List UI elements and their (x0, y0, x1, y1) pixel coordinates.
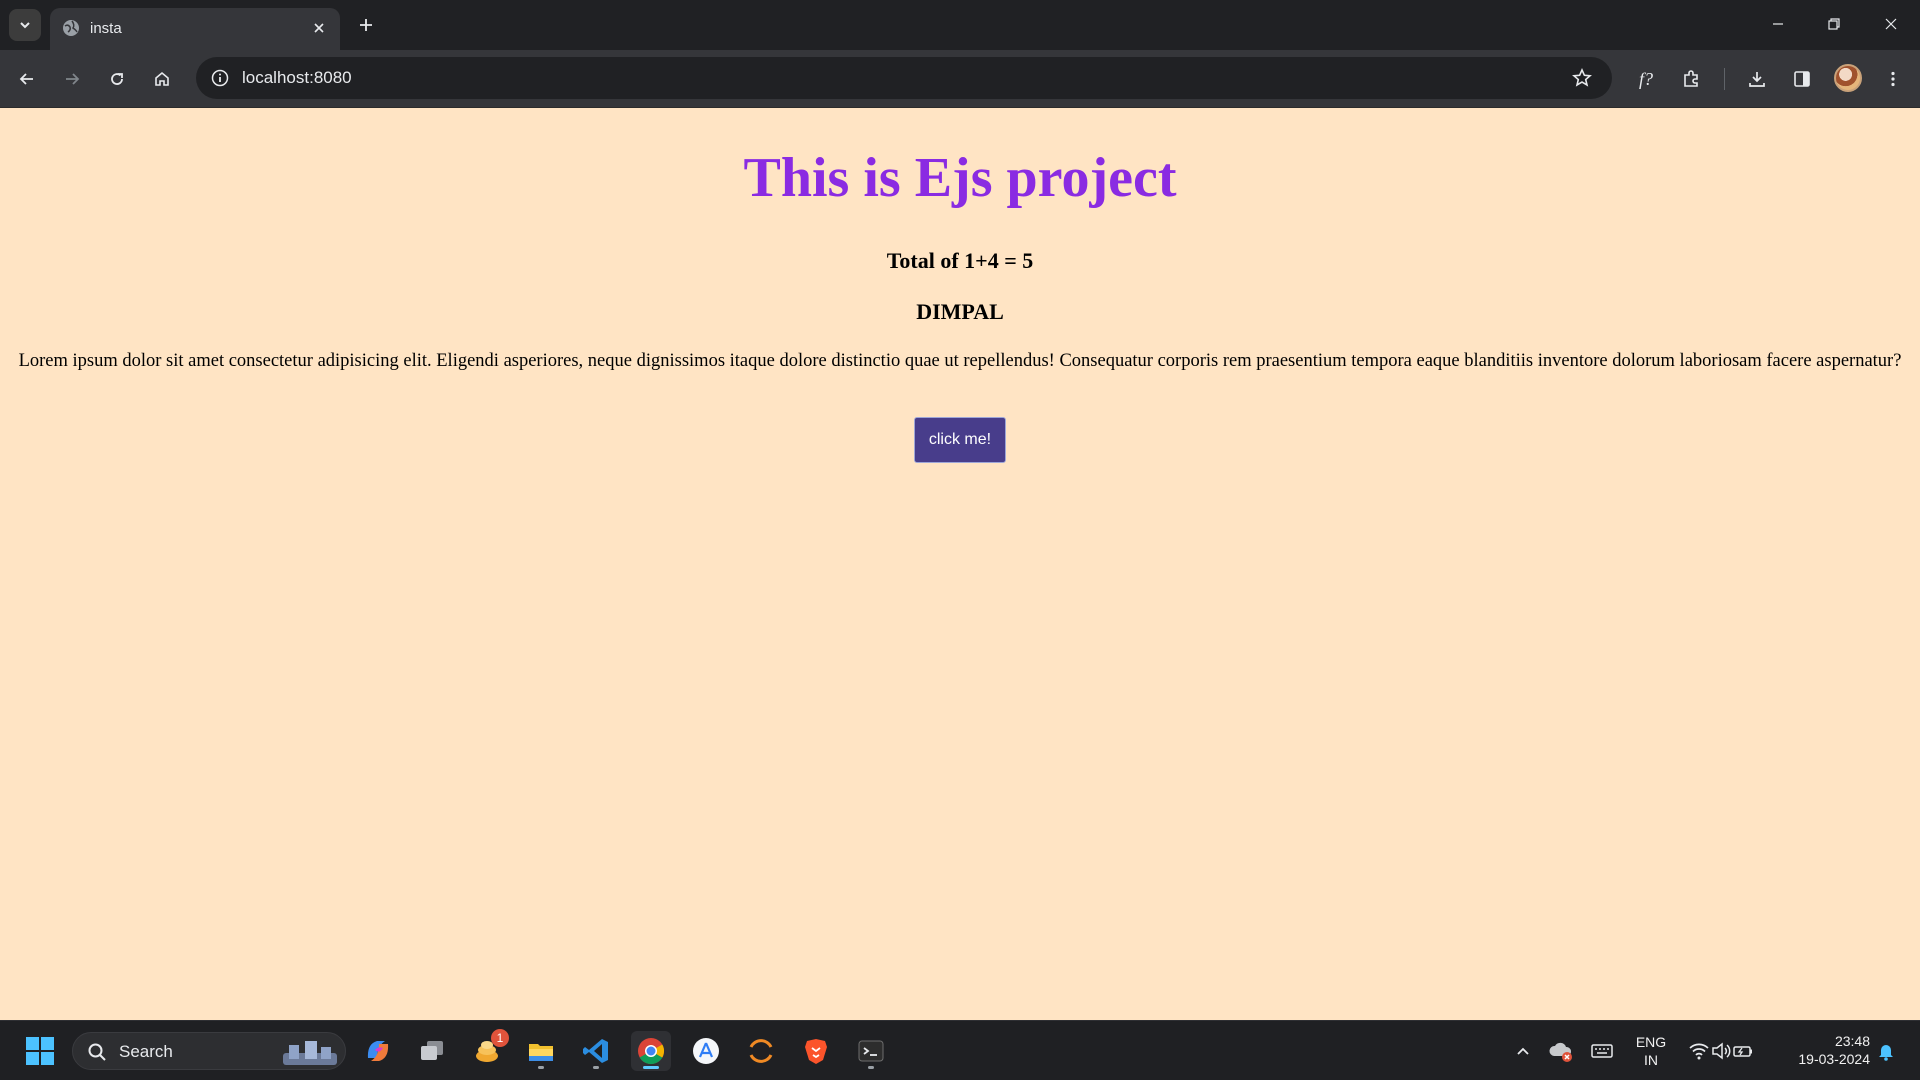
touch-keyboard-button[interactable] (1582, 1031, 1622, 1071)
globe-icon (63, 20, 79, 36)
toolbar-divider (1724, 68, 1725, 90)
function-icon: f? (1638, 68, 1653, 89)
quick-settings-button[interactable] (1676, 1031, 1766, 1071)
taskbar-chrome[interactable] (631, 1031, 671, 1071)
home-icon (155, 71, 169, 86)
tab-strip: insta (0, 0, 1920, 50)
taskbar-app-store[interactable] (686, 1031, 726, 1071)
click-me-button[interactable]: click me! (914, 417, 1006, 463)
downloads-button[interactable] (1741, 63, 1773, 95)
language-indicator[interactable]: ENG IN (1626, 1033, 1676, 1069)
info-icon (211, 69, 229, 87)
brave-icon (805, 1039, 827, 1064)
side-panel-button[interactable] (1786, 63, 1818, 95)
restore-icon (1828, 18, 1840, 30)
clock[interactable]: 23:48 19-03-2024 (1780, 1032, 1870, 1068)
arrow-left-icon (19, 73, 33, 85)
task-view-icon (421, 1041, 443, 1060)
app-store-icon (693, 1038, 719, 1064)
windows-start-icon (26, 1037, 54, 1065)
lorem-paragraph: Lorem ipsum dolor sit amet consectetur a… (18, 351, 1902, 371)
windows-taskbar: Search 1 ENG IN 23:48 19-03-2024 (0, 1020, 1920, 1080)
profile-avatar[interactable] (1834, 64, 1862, 92)
taskbar-terminal[interactable] (851, 1031, 891, 1071)
chevron-up-icon (1517, 1047, 1529, 1055)
battery-icon (1733, 1046, 1752, 1057)
plus-icon (360, 19, 372, 31)
show-hidden-icons-button[interactable] (1503, 1031, 1543, 1071)
close-icon (314, 23, 324, 33)
side-panel-icon (1794, 71, 1810, 87)
volume-icon (1712, 1042, 1731, 1060)
minimize-button[interactable] (1758, 8, 1798, 40)
onedrive-status[interactable] (1541, 1031, 1581, 1071)
browser-toolbar: localhost:8080 f? (0, 50, 1920, 108)
time-text: 23:48 (1834, 1033, 1870, 1049)
copilot-icon (367, 1041, 389, 1061)
start-button[interactable] (20, 1031, 60, 1071)
new-tab-button[interactable] (352, 11, 380, 39)
taskbar-file-explorer[interactable] (521, 1031, 561, 1071)
reload-icon (111, 73, 123, 85)
notification-badge: 1 (491, 1029, 509, 1047)
running-indicator (593, 1066, 599, 1069)
chrome-menu-button[interactable] (1877, 63, 1909, 95)
taskbar-eclipse[interactable] (741, 1031, 781, 1071)
reload-button[interactable] (101, 63, 133, 95)
bookmark-button[interactable] (1566, 62, 1598, 94)
date-text: 19-03-2024 (1798, 1051, 1870, 1067)
address-bar[interactable]: localhost:8080 (196, 57, 1612, 99)
tab-close-button[interactable] (308, 17, 330, 39)
notification-center-button[interactable] (1866, 1031, 1906, 1071)
taskbar-search[interactable]: Search (72, 1032, 346, 1070)
language-text: ENG (1635, 1034, 1667, 1050)
search-label: Search (119, 1042, 173, 1061)
tab-title: insta (90, 20, 122, 37)
tab-search-button[interactable] (9, 9, 41, 41)
name-text: DIMPAL (916, 299, 1004, 324)
page-title: This is Ejs project (743, 147, 1177, 209)
star-icon (1572, 68, 1592, 87)
close-icon (1885, 18, 1897, 30)
wifi-icon (1689, 1043, 1709, 1060)
keyboard-icon (1591, 1044, 1613, 1058)
region-text: IN (1644, 1052, 1658, 1068)
download-icon (1749, 72, 1765, 87)
chrome-icon (638, 1038, 665, 1065)
total-text: Total of 1+4 = 5 (886, 248, 1034, 273)
active-indicator (643, 1066, 659, 1069)
search-highlight-icon (283, 1041, 337, 1065)
terminal-icon (858, 1040, 884, 1062)
extensions-button[interactable] (1675, 63, 1707, 95)
taskbar-brave[interactable] (796, 1031, 836, 1071)
running-indicator (868, 1066, 874, 1069)
url-text[interactable]: localhost:8080 (242, 68, 352, 88)
close-window-button[interactable] (1871, 8, 1911, 40)
home-button[interactable] (146, 63, 178, 95)
taskbar-task-view[interactable] (412, 1031, 452, 1071)
puzzle-icon (1684, 70, 1698, 87)
taskbar-copilot[interactable] (358, 1031, 398, 1071)
forward-button[interactable] (56, 63, 88, 95)
taskbar-vscode[interactable] (576, 1031, 616, 1071)
file-explorer-icon (529, 1044, 553, 1061)
vscode-icon (583, 1039, 608, 1063)
more-vertical-icon (1891, 71, 1895, 87)
minimize-icon (1773, 23, 1783, 25)
back-button[interactable] (11, 63, 43, 95)
arrow-right-icon (66, 73, 80, 85)
browser-tab[interactable]: insta (50, 8, 340, 50)
formula-extension-button[interactable]: f? (1630, 63, 1662, 95)
bell-icon (1879, 1045, 1893, 1061)
chevron-down-icon (20, 22, 30, 29)
eclipse-icon (749, 1039, 773, 1063)
site-info-button[interactable] (204, 62, 236, 94)
cloud-error-icon (1549, 1042, 1572, 1062)
taskbar-app-notification[interactable]: 1 (467, 1029, 509, 1071)
page-viewport: This is Ejs project Total of 1+4 = 5 DIM… (0, 108, 1920, 1020)
running-indicator (538, 1066, 544, 1069)
search-icon (88, 1043, 106, 1061)
restore-button[interactable] (1814, 8, 1854, 40)
